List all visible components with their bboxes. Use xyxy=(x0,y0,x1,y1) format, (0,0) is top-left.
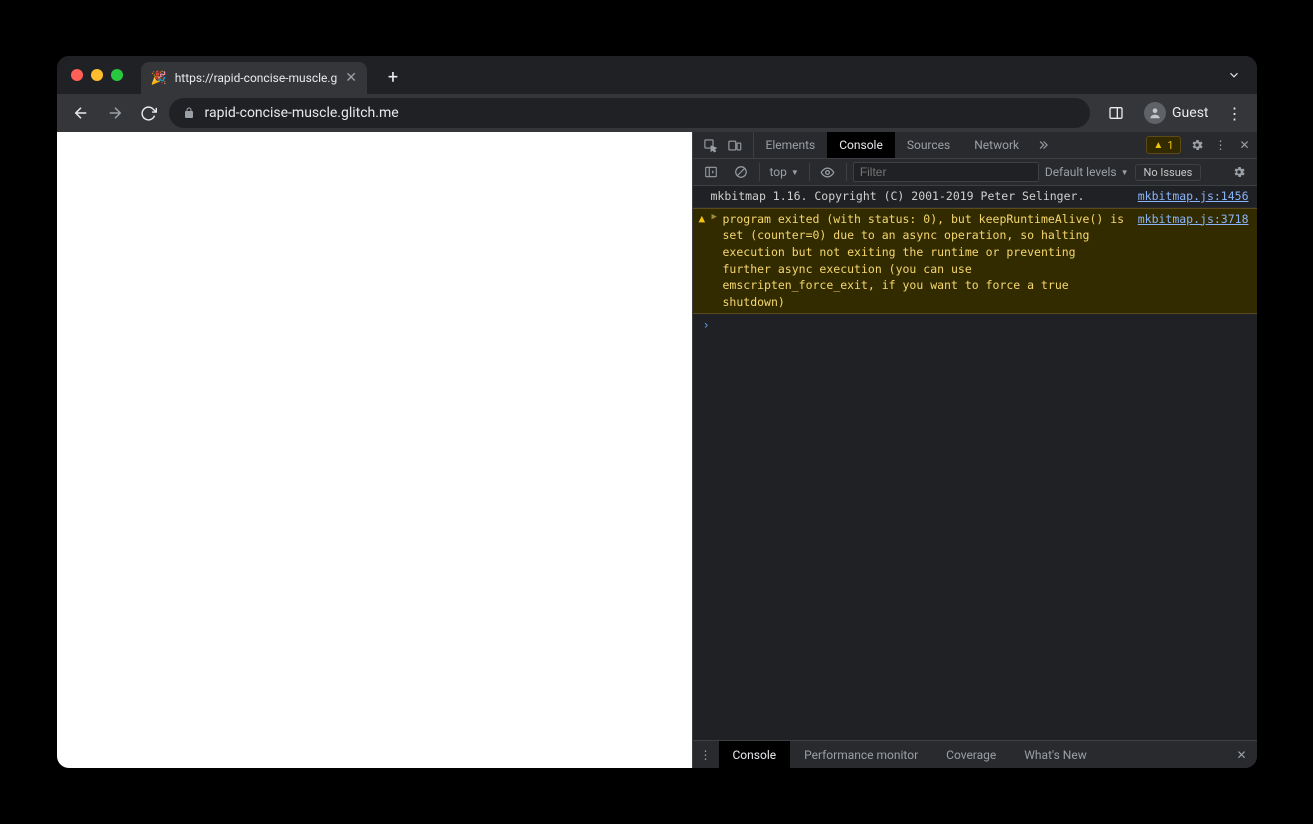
close-window-button[interactable] xyxy=(71,69,83,81)
browser-tab[interactable]: 🎉 https://rapid-concise-muscle.g ✕ xyxy=(141,62,368,94)
favicon-icon: 🎉 xyxy=(151,71,167,86)
reload-button[interactable] xyxy=(135,99,163,127)
tab-network[interactable]: Network xyxy=(962,132,1031,158)
expand-caret-icon[interactable]: ▶ xyxy=(712,211,717,224)
toolbar-right: Guest ⋮ xyxy=(1102,99,1246,127)
console-toolbar: top ▼ Default levels ▼ No Issues xyxy=(693,159,1257,186)
tab-sources[interactable]: Sources xyxy=(895,132,962,158)
console-log-row[interactable]: mkbitmap 1.16. Copyright (C) 2001-2019 P… xyxy=(693,186,1257,208)
tab-search-icon[interactable] xyxy=(1227,68,1241,82)
side-panel-icon[interactable] xyxy=(1102,99,1130,127)
tab-console[interactable]: Console xyxy=(827,132,895,158)
context-selector[interactable]: top ▼ xyxy=(766,165,803,179)
warning-count-badge[interactable]: ▲ 1 xyxy=(1146,136,1180,154)
drawer-close-icon[interactable]: ✕ xyxy=(1227,741,1257,768)
devtools-menu-icon[interactable]: ⋮ xyxy=(1209,132,1233,158)
warning-triangle-icon: ▲ xyxy=(1153,140,1163,151)
log-source-link[interactable]: mkbitmap.js:3718 xyxy=(1138,211,1249,311)
traffic-lights xyxy=(71,69,123,81)
context-label: top xyxy=(770,165,787,179)
log-source-link[interactable]: mkbitmap.js:1456 xyxy=(1138,188,1249,205)
devtools-close-icon[interactable]: ✕ xyxy=(1233,132,1257,158)
warning-icon: ▲ xyxy=(699,211,706,227)
live-expression-icon[interactable] xyxy=(816,165,840,180)
drawer-tab-whatsnew[interactable]: What's New xyxy=(1010,741,1100,768)
console-prompt[interactable]: › xyxy=(693,314,1257,337)
zoom-window-button[interactable] xyxy=(111,69,123,81)
minimize-window-button[interactable] xyxy=(91,69,103,81)
lock-icon[interactable] xyxy=(183,107,195,119)
content-area: Elements Console Sources Network ▲ 1 ⋮ ✕ xyxy=(57,132,1257,768)
chrome-menu-icon[interactable]: ⋮ xyxy=(1223,104,1247,123)
devtools-settings-icon[interactable] xyxy=(1185,132,1209,158)
prompt-chevron-icon: › xyxy=(703,318,710,332)
warning-count: 1 xyxy=(1167,139,1173,152)
console-settings-icon[interactable] xyxy=(1227,165,1251,179)
tab-elements[interactable]: Elements xyxy=(754,132,828,158)
more-tabs-icon[interactable] xyxy=(1031,132,1055,158)
drawer-tab-perfmon[interactable]: Performance monitor xyxy=(790,741,932,768)
filter-input[interactable] xyxy=(853,162,1039,182)
url-text: rapid-concise-muscle.glitch.me xyxy=(205,105,399,121)
devtools-panel: Elements Console Sources Network ▲ 1 ⋮ ✕ xyxy=(692,132,1257,768)
inspect-element-icon[interactable] xyxy=(699,138,723,153)
device-toolbar-icon[interactable] xyxy=(723,138,747,153)
console-warn-row[interactable]: ▲ ▶ program exited (with status: 0), but… xyxy=(693,208,1257,314)
profile-chip[interactable]: Guest xyxy=(1138,100,1214,126)
console-sidebar-toggle-icon[interactable] xyxy=(699,165,723,179)
profile-label: Guest xyxy=(1172,105,1208,121)
new-tab-button[interactable]: + xyxy=(379,63,407,91)
nav-toolbar: rapid-concise-muscle.glitch.me Guest ⋮ xyxy=(57,94,1257,132)
avatar-icon xyxy=(1144,102,1166,124)
clear-console-icon[interactable] xyxy=(729,165,753,179)
devtools-drawer: ⋮ Console Performance monitor Coverage W… xyxy=(693,740,1257,768)
page-viewport[interactable] xyxy=(57,132,692,768)
chevron-down-icon: ▼ xyxy=(791,168,799,177)
levels-label: Default levels xyxy=(1045,165,1117,179)
back-button[interactable] xyxy=(67,99,95,127)
console-output[interactable]: mkbitmap 1.16. Copyright (C) 2001-2019 P… xyxy=(693,186,1257,740)
browser-window: 🎉 https://rapid-concise-muscle.g ✕ + rap… xyxy=(57,56,1257,768)
drawer-tab-coverage[interactable]: Coverage xyxy=(932,741,1010,768)
log-message: program exited (with status: 0), but kee… xyxy=(723,211,1130,311)
devtools-tabbar: Elements Console Sources Network ▲ 1 ⋮ ✕ xyxy=(693,132,1257,159)
drawer-menu-icon[interactable]: ⋮ xyxy=(693,741,719,768)
issues-button[interactable]: No Issues xyxy=(1135,164,1202,181)
titlebar: 🎉 https://rapid-concise-muscle.g ✕ + xyxy=(57,56,1257,94)
forward-button[interactable] xyxy=(101,99,129,127)
log-message: mkbitmap 1.16. Copyright (C) 2001-2019 P… xyxy=(711,188,1130,205)
close-tab-icon[interactable]: ✕ xyxy=(345,70,357,86)
chevron-down-icon: ▼ xyxy=(1121,168,1129,177)
address-bar[interactable]: rapid-concise-muscle.glitch.me xyxy=(169,98,1091,128)
drawer-tab-console[interactable]: Console xyxy=(719,741,791,768)
log-levels-selector[interactable]: Default levels ▼ xyxy=(1045,165,1129,179)
tab-title: https://rapid-concise-muscle.g xyxy=(175,71,338,85)
